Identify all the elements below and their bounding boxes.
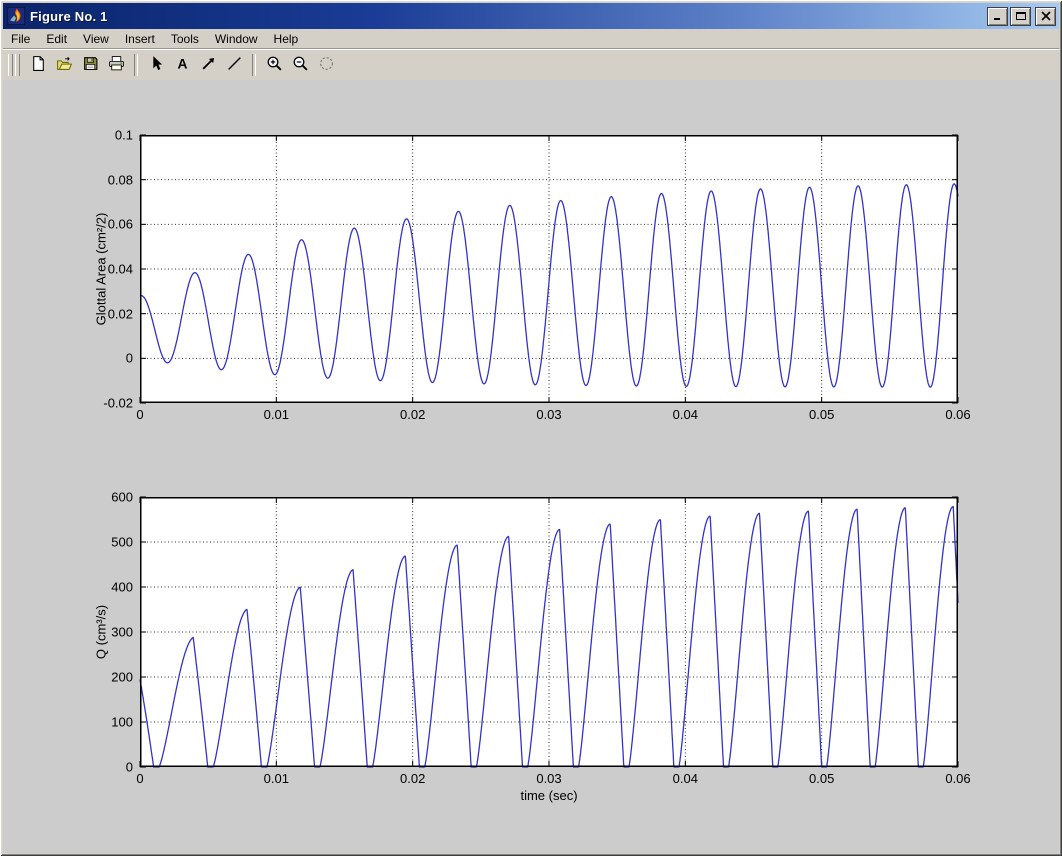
maximize-icon — [1015, 9, 1027, 24]
menu-window[interactable]: Window — [207, 31, 266, 47]
new-figure-button[interactable] — [26, 53, 50, 77]
x-tick-label: 0.05 — [809, 771, 834, 786]
svg-text:A: A — [177, 55, 187, 71]
title-bar[interactable]: Figure No. 1 — [3, 3, 1059, 29]
x-tick-label: 0.03 — [536, 407, 561, 422]
arrow-annotation-button[interactable] — [196, 53, 220, 77]
x-tick-label: 0 — [136, 407, 143, 422]
save-icon — [82, 55, 99, 75]
rotate-3d-icon — [318, 55, 335, 75]
x-axis-label-bottom: time (sec) — [520, 788, 577, 803]
x-tick-label: 0.06 — [945, 771, 970, 786]
y-tick-label: 300 — [111, 625, 133, 640]
figure-canvas: Glottal Area (cm²/2) Q (cm³/s) time (sec… — [3, 80, 1059, 853]
menu-bar: FileEditViewInsertToolsWindowHelp — [3, 29, 1059, 49]
y-tick-label: 0 — [126, 351, 133, 366]
y-axis-label-bottom: Q (cm³/s) — [94, 605, 109, 659]
y-axis-label-top: Glottal Area (cm²/2) — [94, 213, 109, 326]
maximize-button[interactable] — [1010, 7, 1031, 26]
y-tick-label: -0.02 — [103, 396, 133, 411]
new-document-icon — [30, 55, 47, 75]
x-tick-label: 0.05 — [809, 407, 834, 422]
toolbar-separator — [134, 54, 138, 76]
x-tick-label: 0.04 — [673, 771, 698, 786]
text-icon: A — [174, 55, 191, 75]
save-figure-button[interactable] — [78, 53, 102, 77]
y-tick-label: 100 — [111, 715, 133, 730]
line-annotation-button[interactable] — [222, 53, 246, 77]
x-tick-label: 0.02 — [400, 407, 425, 422]
y-tick-label: 0.04 — [108, 262, 133, 277]
zoom-in-icon — [266, 55, 283, 75]
y-tick-label: 0.08 — [108, 172, 133, 187]
minimize-icon — [992, 9, 1004, 24]
minimize-button[interactable] — [987, 7, 1008, 26]
window-title: Figure No. 1 — [30, 9, 987, 24]
menu-insert[interactable]: Insert — [117, 31, 163, 47]
text-tool-button[interactable]: A — [170, 53, 194, 77]
figure-window: Figure No. 1 FileEditViewInsertToolsWind… — [0, 0, 1062, 856]
menu-edit[interactable]: Edit — [38, 31, 75, 47]
series-glottal-flow — [140, 507, 958, 767]
menu-tools[interactable]: Tools — [163, 31, 207, 47]
x-tick-label: 0.03 — [536, 771, 561, 786]
close-button[interactable] — [1035, 7, 1056, 26]
series-glottal-area — [140, 184, 958, 387]
print-icon — [108, 55, 125, 75]
plot-axes-top[interactable] — [140, 135, 958, 403]
x-tick-label: 0 — [136, 771, 143, 786]
y-tick-label: 200 — [111, 670, 133, 685]
x-tick-label: 0.01 — [264, 771, 289, 786]
y-tick-label: 0 — [126, 760, 133, 775]
rotate-3d-button[interactable] — [314, 53, 338, 77]
menu-help[interactable]: Help — [266, 31, 307, 47]
menu-view[interactable]: View — [75, 31, 117, 47]
y-tick-label: 500 — [111, 535, 133, 550]
print-button[interactable] — [104, 53, 128, 77]
x-tick-label: 0.06 — [945, 407, 970, 422]
x-tick-label: 0.02 — [400, 771, 425, 786]
x-tick-label: 0.04 — [673, 407, 698, 422]
open-file-button[interactable] — [52, 53, 76, 77]
zoom-in-button[interactable] — [262, 53, 286, 77]
x-tick-label: 0.01 — [264, 407, 289, 422]
menu-file[interactable]: File — [3, 31, 38, 47]
toolbar-grip[interactable] — [15, 54, 20, 76]
pointer-tool-button[interactable] — [144, 53, 168, 77]
y-tick-label: 0.1 — [115, 128, 133, 143]
zoom-out-button[interactable] — [288, 53, 312, 77]
ne-arrow-icon — [200, 55, 217, 75]
zoom-out-icon — [292, 55, 309, 75]
open-folder-icon — [56, 55, 73, 75]
toolbar-grip[interactable] — [8, 54, 13, 76]
close-icon — [1040, 9, 1052, 24]
toolbar-separator — [252, 54, 256, 76]
y-tick-label: 400 — [111, 580, 133, 595]
toolbar: A — [3, 48, 1059, 80]
pointer-icon — [148, 55, 165, 75]
plot-axes-bottom[interactable] — [140, 497, 958, 767]
y-tick-label: 600 — [111, 490, 133, 505]
y-tick-label: 0.02 — [108, 306, 133, 321]
line-icon — [226, 55, 243, 75]
matlab-figure-icon — [7, 7, 25, 25]
y-tick-label: 0.06 — [108, 217, 133, 232]
window-controls — [987, 7, 1056, 26]
